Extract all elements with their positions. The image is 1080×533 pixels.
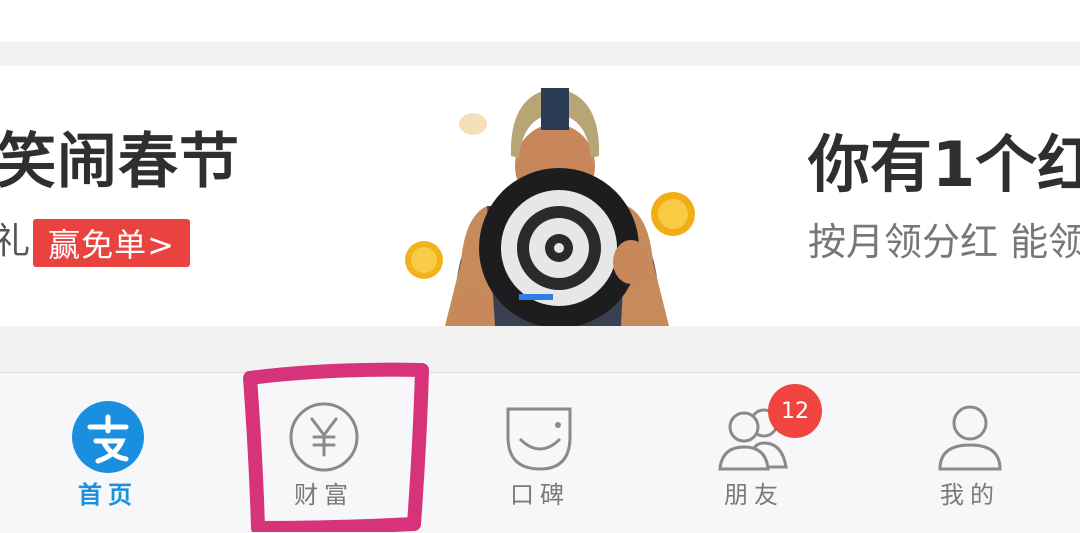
tab-koubei[interactable]: 口碑 (450, 373, 630, 533)
tab-me-label: 我的 (940, 481, 1000, 509)
tab-friends-label: 朋友 (724, 481, 784, 509)
win-free-order-badge[interactable]: 赢免单> (33, 219, 190, 267)
koubei-smile-icon (506, 407, 572, 471)
friends-notification-badge: 12 (768, 384, 822, 438)
tab-wealth-label: 财富 (294, 481, 354, 509)
banner-right-title: 你有1个红 (808, 128, 1080, 201)
tab-wealth[interactable]: 财富 (234, 373, 414, 533)
banner-right-subtitle: 按月领分红 能领 (808, 220, 1080, 264)
tab-home-label: 首页 (78, 481, 138, 509)
promo-banner-carousel[interactable]: 笑闹春节 礼 赢免单> 你有1个红 按月领分红 能领 (0, 66, 1080, 326)
hero-image (405, 88, 695, 326)
top-area (0, 0, 1080, 42)
tab-me[interactable]: 我的 (880, 373, 1060, 533)
banner-left-title: 笑闹春节 (0, 127, 240, 197)
yen-coin-icon (289, 402, 359, 472)
alipay-logo-icon (72, 401, 144, 473)
tab-home[interactable]: 首页 (18, 373, 198, 533)
bottom-tab-bar: 首页 财富 口碑 朋友 我的 (0, 372, 1080, 533)
profile-icon (938, 405, 1002, 471)
tab-koubei-label: 口碑 (510, 481, 570, 509)
banner-left-subtitle: 礼 (0, 221, 31, 262)
